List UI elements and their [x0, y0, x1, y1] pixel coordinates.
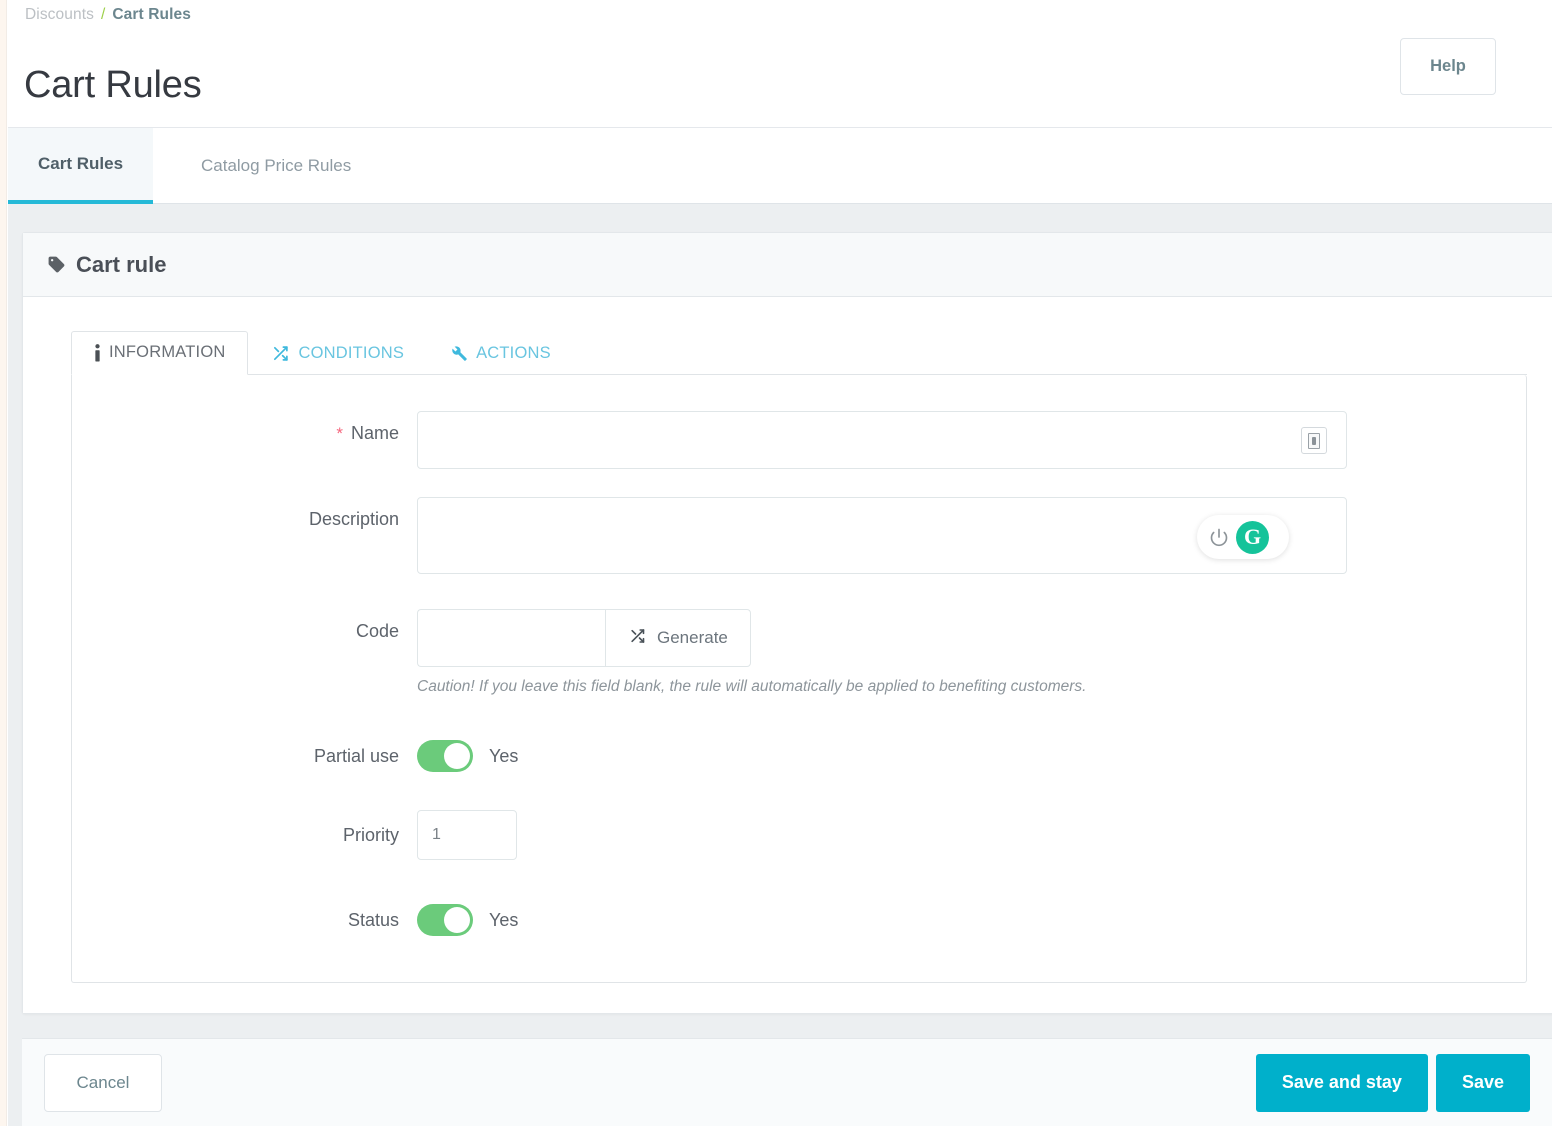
generate-button[interactable]: Generate: [605, 609, 751, 667]
tag-icon: [47, 255, 66, 274]
priority-input[interactable]: [417, 810, 517, 860]
name-label: * Name: [72, 411, 417, 456]
generate-button-label: Generate: [657, 628, 728, 647]
information-tab-pane: * Name Description G Code Generate Cauti…: [71, 375, 1527, 983]
tab-catalog-price-rules-label: Catalog Price Rules: [201, 156, 352, 175]
shuffle-icon: [271, 345, 290, 362]
content-area: Cart rule INFORMATION CONDITIONS ACTIONS…: [8, 204, 1552, 1126]
status-field-wrap: Yes: [417, 904, 518, 936]
cart-rules-page: Discounts / Cart Rules Cart Rules Help Car…: [0, 0, 1552, 1126]
help-button[interactable]: Help: [1400, 38, 1496, 95]
form-footer: Cancel Save and stay Save: [22, 1038, 1552, 1126]
cart-rule-panel: Cart rule INFORMATION CONDITIONS ACTIONS…: [22, 232, 1552, 1014]
name-field-wrap: [417, 411, 1347, 469]
status-state: Yes: [489, 909, 519, 930]
grammarly-widget[interactable]: G: [1197, 515, 1289, 559]
tab-information[interactable]: INFORMATION: [71, 331, 249, 375]
required-marker: *: [336, 424, 343, 443]
form-row-priority: Priority: [72, 810, 1526, 860]
save-button[interactable]: Save: [1435, 1053, 1530, 1112]
description-label: Description: [308, 509, 399, 529]
grammarly-logo-icon[interactable]: G: [1236, 520, 1269, 554]
save-and-stay-button[interactable]: Save and stay: [1255, 1053, 1428, 1112]
code-label: Code: [355, 621, 399, 641]
name-input[interactable]: [417, 411, 1347, 469]
partial-use-field-wrap: Yes: [417, 740, 518, 772]
page-title: Cart Rules: [24, 64, 202, 107]
power-icon[interactable]: [1209, 527, 1229, 547]
priority-field-wrap: [417, 810, 517, 860]
page-header: Discounts / Cart Rules Cart Rules Help: [8, 0, 1552, 128]
name-label-text: Name: [350, 423, 399, 443]
code-hint: Caution! If you leave this field blank, …: [417, 678, 1087, 695]
tab-cart-rules-label: Cart Rules: [38, 154, 124, 173]
status-toggle[interactable]: [417, 904, 473, 936]
left-accent-strip: [0, 0, 7, 1126]
partial-use-state: Yes: [489, 745, 519, 766]
language-flag-icon[interactable]: [1301, 427, 1327, 454]
tab-information-label: INFORMATION: [109, 343, 226, 361]
status-label: Status: [347, 910, 399, 930]
priority-label: Priority: [342, 825, 399, 845]
panel-title: Cart rule: [76, 251, 167, 277]
cancel-button-label: Cancel: [76, 1072, 130, 1092]
panel-body: INFORMATION CONDITIONS ACTIONS * Name De…: [23, 297, 1552, 1013]
shuffle-icon: [628, 628, 647, 649]
form-row-code: Code Generate: [72, 609, 1526, 667]
info-icon: [94, 343, 101, 362]
form-row-partial-use: Partial use Yes: [72, 736, 1526, 776]
wrench-icon: [450, 345, 468, 362]
tab-actions[interactable]: ACTIONS: [427, 332, 574, 375]
code-input[interactable]: [417, 609, 605, 667]
breadcrumb-parent[interactable]: Discounts: [25, 6, 94, 23]
form-tab-bar: INFORMATION CONDITIONS ACTIONS: [71, 329, 1527, 375]
form-row-status: Status Yes: [72, 900, 1526, 940]
tab-cart-rules[interactable]: Cart Rules: [8, 128, 154, 204]
tab-conditions-label: CONDITIONS: [298, 344, 405, 362]
description-field-wrap: G: [417, 497, 1347, 579]
partial-use-label: Partial use: [313, 746, 399, 766]
tab-conditions[interactable]: CONDITIONS: [248, 332, 427, 375]
code-field-wrap: Generate: [417, 609, 751, 667]
panel-header: Cart rule: [23, 233, 1552, 297]
form-row-name: * Name: [72, 411, 1526, 469]
tab-catalog-price-rules[interactable]: Catalog Price Rules: [171, 128, 381, 204]
footer-actions: Save and stay Save: [1255, 1053, 1530, 1112]
partial-use-toggle[interactable]: [417, 740, 473, 772]
save-button-label: Save: [1461, 1072, 1504, 1092]
save-and-stay-label: Save and stay: [1281, 1072, 1402, 1092]
page-tab-bar: Cart Rules Catalog Price Rules: [8, 128, 1552, 204]
help-button-label: Help: [1430, 57, 1466, 75]
tab-actions-label: ACTIONS: [476, 344, 551, 362]
cancel-button[interactable]: Cancel: [44, 1053, 162, 1112]
breadcrumb-separator: /: [100, 6, 106, 23]
breadcrumb-current: Cart Rules: [112, 6, 191, 23]
breadcrumb: Discounts / Cart Rules: [25, 6, 191, 24]
form-row-description: Description G: [72, 497, 1526, 579]
